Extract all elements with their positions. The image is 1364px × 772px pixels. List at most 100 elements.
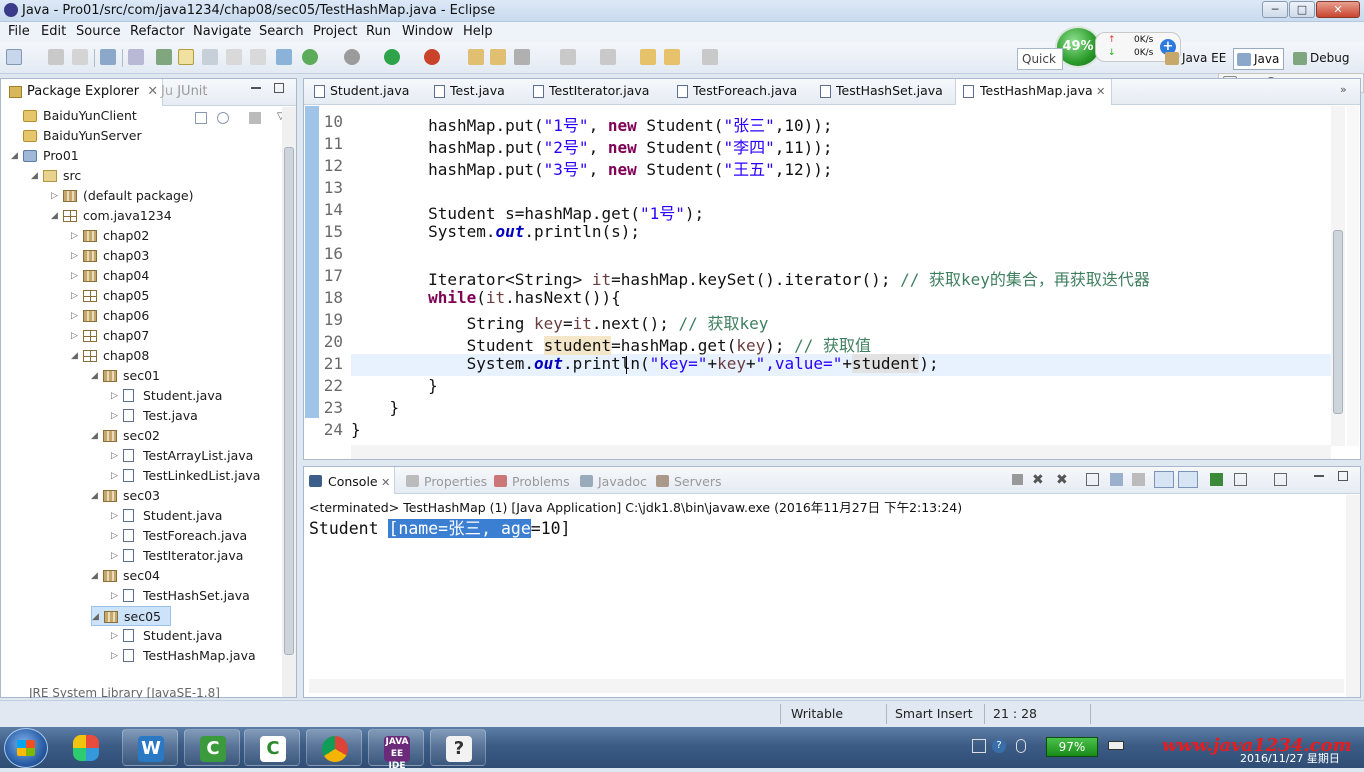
- maximize-view-icon[interactable]: [274, 83, 284, 93]
- editor-tab[interactable]: TestIterator.java: [529, 83, 649, 98]
- collapsed-arrow-icon[interactable]: ▷: [71, 246, 81, 266]
- terminal-icon[interactable]: [100, 49, 116, 65]
- close-button[interactable]: ✕: [1316, 1, 1360, 18]
- editor-tab[interactable]: TestForeach.java: [673, 83, 797, 98]
- save-icon[interactable]: [48, 49, 64, 65]
- expanded-arrow-icon[interactable]: ◢: [91, 426, 101, 446]
- new-package-icon[interactable]: [490, 49, 506, 65]
- editor-vertical-scrollbar[interactable]: [1331, 106, 1345, 446]
- prev-annotation-icon[interactable]: [600, 49, 616, 65]
- taskbar-word[interactable]: W: [122, 729, 178, 766]
- menu-file[interactable]: File: [8, 24, 30, 39]
- code-line[interactable]: hashMap.put("1号", new Student("张三",10));: [351, 112, 832, 135]
- open-console-icon[interactable]: [1274, 473, 1287, 486]
- menu-source[interactable]: Source: [76, 24, 121, 39]
- console-tab[interactable]: Javadoc: [580, 474, 647, 489]
- code-line[interactable]: Student student=hashMap.get(key); // 获取值: [351, 332, 871, 355]
- collapsed-arrow-icon[interactable]: ▷: [111, 446, 121, 466]
- menu-edit[interactable]: Edit: [41, 24, 66, 39]
- collapsed-arrow-icon[interactable]: ▷: [111, 406, 121, 426]
- power-icon[interactable]: [1108, 741, 1124, 750]
- external-tools-icon[interactable]: [424, 49, 440, 65]
- menu-refactor[interactable]: Refactor: [130, 24, 185, 39]
- taskbar-app-store[interactable]: [58, 729, 114, 766]
- block-icon[interactable]: [202, 49, 218, 65]
- last-edit-icon[interactable]: [640, 49, 656, 65]
- close-icon[interactable]: ✕: [147, 84, 158, 99]
- collapsed-arrow-icon[interactable]: ▷: [111, 386, 121, 406]
- code-line[interactable]: String key=it.next(); // 获取key: [351, 310, 769, 333]
- new-java-project-icon[interactable]: [468, 49, 484, 65]
- collapsed-arrow-icon[interactable]: ▷: [51, 186, 61, 206]
- toggle-mark-icon[interactable]: [156, 49, 172, 65]
- highlight-icon[interactable]: [178, 49, 194, 65]
- clear-console-icon[interactable]: [1086, 473, 1099, 486]
- console-tab[interactable]: Problems: [494, 474, 570, 489]
- display-console-icon[interactable]: [1234, 473, 1247, 486]
- battery-indicator[interactable]: 97%: [1046, 737, 1098, 757]
- overview-ruler[interactable]: [1347, 106, 1359, 446]
- expanded-arrow-icon[interactable]: ◢: [11, 146, 21, 166]
- taskbar-chrome[interactable]: [306, 729, 362, 766]
- open-type-icon[interactable]: [276, 49, 292, 65]
- expanded-arrow-icon[interactable]: ◢: [91, 366, 101, 386]
- word-wrap-icon[interactable]: [1132, 473, 1145, 486]
- collapsed-arrow-icon[interactable]: ▷: [71, 306, 81, 326]
- taskbar-camtasia-recorder[interactable]: C: [184, 729, 240, 766]
- console-horizontal-scrollbar[interactable]: [309, 679, 1344, 693]
- minimize-button[interactable]: ─: [1262, 1, 1288, 18]
- taskbar-notes[interactable]: ?: [430, 729, 486, 766]
- show-whitespace-icon[interactable]: [226, 49, 242, 65]
- close-tab-icon[interactable]: ✕: [378, 476, 390, 489]
- remove-launch-icon[interactable]: ✖: [1032, 472, 1044, 488]
- skip-breakpoints-icon[interactable]: [128, 49, 144, 65]
- save-all-icon[interactable]: [72, 49, 88, 65]
- collapsed-arrow-icon[interactable]: ▷: [111, 526, 121, 546]
- collapsed-arrow-icon[interactable]: ▷: [111, 506, 121, 526]
- collapsed-arrow-icon[interactable]: ▷: [71, 226, 81, 246]
- collapsed-arrow-icon[interactable]: ▷: [111, 626, 121, 646]
- minimize-console-icon[interactable]: [1314, 475, 1324, 477]
- code-line[interactable]: hashMap.put("2号", new Student("李四",11));: [351, 134, 832, 157]
- collapsed-arrow-icon[interactable]: ▷: [111, 646, 121, 666]
- scroll-lock-icon[interactable]: [1110, 473, 1123, 486]
- console-output[interactable]: Student [name=张三, age=10]: [309, 515, 571, 539]
- code-line[interactable]: }: [351, 420, 361, 442]
- run-icon[interactable]: [384, 49, 400, 65]
- quick-access-input[interactable]: Quick: [1017, 48, 1063, 70]
- collapsed-arrow-icon[interactable]: ▷: [111, 546, 121, 566]
- code-line[interactable]: Iterator<String> it=hashMap.keySet().ite…: [351, 266, 1150, 289]
- annotation-icon[interactable]: [250, 49, 266, 65]
- expanded-arrow-icon[interactable]: ◢: [31, 166, 41, 186]
- mouse-icon[interactable]: [1016, 739, 1026, 753]
- help-icon[interactable]: ?: [992, 739, 1006, 753]
- editor-tab[interactable]: TestHashMap.java ✕: [955, 79, 1113, 105]
- expanded-arrow-icon[interactable]: ◢: [91, 486, 101, 506]
- tree-item[interactable]: ◢ sec05: [91, 606, 171, 626]
- tree-scrollbar[interactable]: [282, 107, 296, 697]
- menu-window[interactable]: Window: [402, 24, 453, 39]
- perspective-java-ee[interactable]: Java EE: [1162, 48, 1230, 70]
- perspective-debug[interactable]: Debug: [1290, 48, 1353, 70]
- code-line[interactable]: }: [351, 376, 438, 398]
- collapsed-arrow-icon[interactable]: ▷: [71, 326, 81, 346]
- show-stdout-icon[interactable]: [1154, 471, 1174, 488]
- editor-tab[interactable]: TestHashSet.java: [816, 83, 943, 98]
- clock-date[interactable]: 2016/11/27 星期日: [1240, 750, 1340, 766]
- pin-console-icon[interactable]: [1210, 473, 1223, 486]
- tab-junit[interactable]: Ju JUnit: [161, 84, 208, 99]
- start-button[interactable]: [4, 728, 48, 768]
- console-vertical-scrollbar[interactable]: [1346, 495, 1360, 697]
- tray-app-icon[interactable]: [972, 739, 986, 753]
- expanded-arrow-icon[interactable]: ◢: [92, 607, 102, 627]
- expanded-arrow-icon[interactable]: ◢: [51, 206, 61, 226]
- terminate-icon[interactable]: [1012, 474, 1023, 485]
- new-icon[interactable]: [6, 49, 22, 65]
- taskbar-camtasia-studio[interactable]: C: [244, 729, 300, 766]
- refresh-icon[interactable]: [302, 49, 318, 65]
- menu-help[interactable]: Help: [463, 24, 493, 39]
- editor-horizontal-scrollbar[interactable]: [351, 445, 1331, 459]
- more-tabs-icon[interactable]: »: [1340, 83, 1347, 96]
- search-icon[interactable]: [514, 49, 530, 65]
- menu-navigate[interactable]: Navigate: [193, 24, 251, 39]
